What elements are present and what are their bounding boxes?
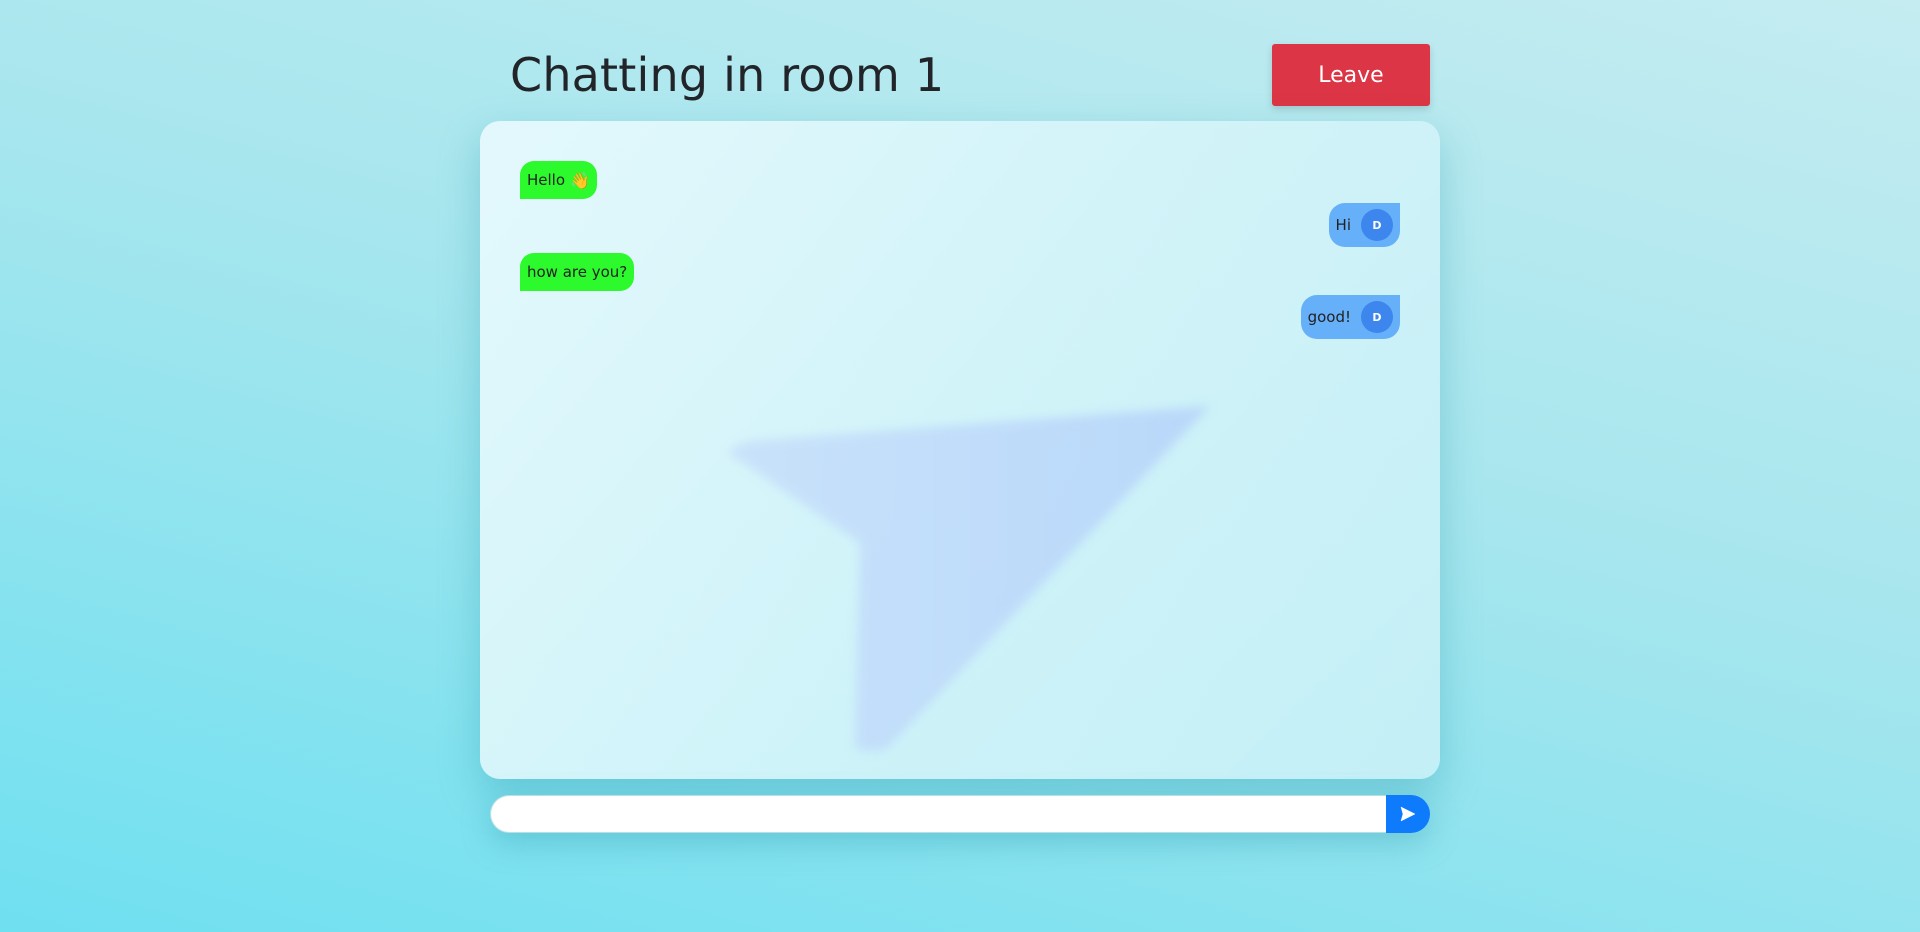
message-row: good! D [520, 295, 1400, 339]
avatar: D [1361, 301, 1393, 333]
chat-header: Chatting in room 1 Leave [480, 44, 1440, 106]
message-text: Hi [1335, 216, 1351, 234]
message-text: how are you? [527, 263, 628, 281]
message-row: how are you? [520, 253, 1400, 293]
waving-hand-icon: 👋 [570, 170, 590, 190]
sent-message: good! D [1300, 295, 1400, 339]
message-text: Hello [527, 171, 566, 189]
sent-message: Hi D [1328, 203, 1400, 247]
page-title: Chatting in room 1 [510, 48, 945, 102]
leave-button[interactable]: Leave [1272, 44, 1430, 106]
message-row: Hi D [520, 203, 1400, 247]
chat-app: Chatting in room 1 Leave Hello 👋 Hi D ho… [480, 0, 1440, 932]
message-text: good! [1307, 308, 1351, 326]
message-input[interactable] [490, 795, 1386, 833]
send-icon [1400, 806, 1416, 822]
message-area[interactable]: Hello 👋 Hi D how are you? good! D [480, 121, 1440, 779]
avatar: D [1361, 209, 1393, 241]
message-composer [490, 795, 1430, 833]
received-message: Hello 👋 [520, 161, 597, 199]
message-row: Hello 👋 [520, 161, 1400, 201]
paper-plane-icon [729, 406, 1210, 751]
send-button[interactable] [1386, 795, 1430, 833]
received-message: how are you? [520, 253, 635, 291]
